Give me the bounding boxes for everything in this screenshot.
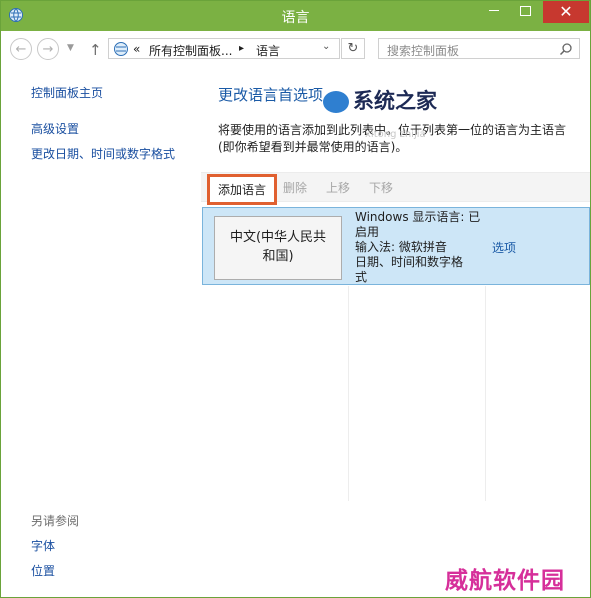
watermark-site: 威航软件园 bbox=[445, 568, 565, 594]
breadcrumb-language[interactable]: 语言 bbox=[256, 42, 280, 59]
language-info-line: 启用 bbox=[355, 225, 380, 239]
breadcrumb-all-control-panel[interactable]: 所有控制面板... bbox=[149, 42, 232, 59]
sidebar-link-advanced-settings[interactable]: 高级设置 bbox=[31, 120, 79, 137]
language-toolbar: 添加语言 删除 上移 下移 bbox=[201, 172, 590, 205]
breadcrumb-overflow[interactable]: « bbox=[133, 42, 140, 56]
watermark-text: 系统之家 bbox=[353, 89, 437, 113]
title-bar[interactable]: 语言 ✕ bbox=[1, 1, 590, 31]
forward-button[interactable]: → bbox=[37, 38, 59, 60]
language-info-line: 日期、时间和数字格 bbox=[355, 255, 464, 269]
move-up-button[interactable]: 上移 bbox=[326, 179, 350, 196]
back-button[interactable]: ← bbox=[10, 38, 32, 60]
maximize-icon bbox=[519, 5, 531, 16]
language-options-link[interactable]: 选项 bbox=[492, 239, 516, 256]
page-title: 更改语言首选项 bbox=[218, 86, 324, 104]
remove-button[interactable]: 删除 bbox=[283, 179, 307, 196]
up-icon: ↑ bbox=[89, 41, 102, 59]
language-list-item[interactable]: 中文(中华人民共 和国) Windows 显示语言: 已 启用 输入法: 微软拼… bbox=[202, 207, 590, 285]
language-name-line: 中文(中华人民共 bbox=[229, 230, 327, 245]
move-down-button[interactable]: 下移 bbox=[369, 179, 393, 196]
language-info-line: Windows 显示语言: 已 bbox=[355, 210, 481, 224]
navigation-bar: ← → ▼ ↑ « 所有控制面板... ▸ 语言 ⌄ ↻ 搜索控制面板 bbox=[1, 31, 590, 68]
language-name-line: 和国) bbox=[262, 249, 294, 264]
chevron-down-icon[interactable]: ⌄ bbox=[322, 41, 330, 52]
recent-locations-button[interactable]: ▼ bbox=[67, 43, 74, 53]
minimize-icon bbox=[489, 10, 499, 11]
watermark-logo: 系统之家 bbox=[323, 85, 437, 115]
sidebar-link-date-time-format[interactable]: 更改日期、时间或数字格式 bbox=[31, 145, 175, 162]
refresh-icon: ↻ bbox=[347, 41, 359, 56]
search-icon bbox=[559, 43, 572, 56]
up-button[interactable]: ↑ bbox=[89, 41, 102, 59]
watermark-globe-icon bbox=[323, 91, 349, 113]
column-divider bbox=[348, 286, 349, 501]
address-bar[interactable]: « 所有控制面板... ▸ 语言 ⌄ bbox=[108, 38, 340, 59]
column-divider bbox=[485, 286, 486, 501]
language-info-line: 输入法: 微软拼音 bbox=[355, 240, 447, 254]
language-window: 语言 ✕ ← → ▼ ↑ « 所有控制面板... ▸ 语言 ⌄ ↻ 搜索控制面板 bbox=[0, 0, 591, 598]
language-info-line: 式 bbox=[355, 270, 368, 284]
sidebar-link-location[interactable]: 位置 bbox=[31, 562, 55, 579]
search-box[interactable]: 搜索控制面板 bbox=[378, 38, 580, 59]
add-language-button[interactable]: 添加语言 bbox=[207, 174, 278, 205]
close-icon: ✕ bbox=[559, 2, 573, 21]
language-info: Windows 显示语言: 已 启用 输入法: 微软拼音 日期、时间和数字格 式 bbox=[355, 210, 487, 285]
breadcrumb-separator[interactable]: ▸ bbox=[239, 43, 244, 54]
control-panel-icon bbox=[114, 42, 128, 56]
back-icon: ← bbox=[15, 42, 27, 57]
sidebar-link-fonts[interactable]: 字体 bbox=[31, 537, 55, 554]
close-button[interactable]: ✕ bbox=[543, 1, 589, 23]
forward-icon: → bbox=[42, 42, 54, 57]
sidebar-link-control-panel-home[interactable]: 控制面板主页 bbox=[31, 84, 103, 101]
refresh-button[interactable]: ↻ bbox=[341, 38, 365, 59]
search-input[interactable]: 搜索控制面板 bbox=[387, 42, 459, 59]
maximize-button[interactable] bbox=[510, 1, 540, 23]
language-name-button[interactable]: 中文(中华人民共 和国) bbox=[214, 216, 342, 280]
see-also-label: 另请参阅 bbox=[31, 514, 80, 528]
minimize-button[interactable] bbox=[479, 1, 509, 23]
watermark-subtext: xitong zhijia bbox=[365, 129, 426, 140]
